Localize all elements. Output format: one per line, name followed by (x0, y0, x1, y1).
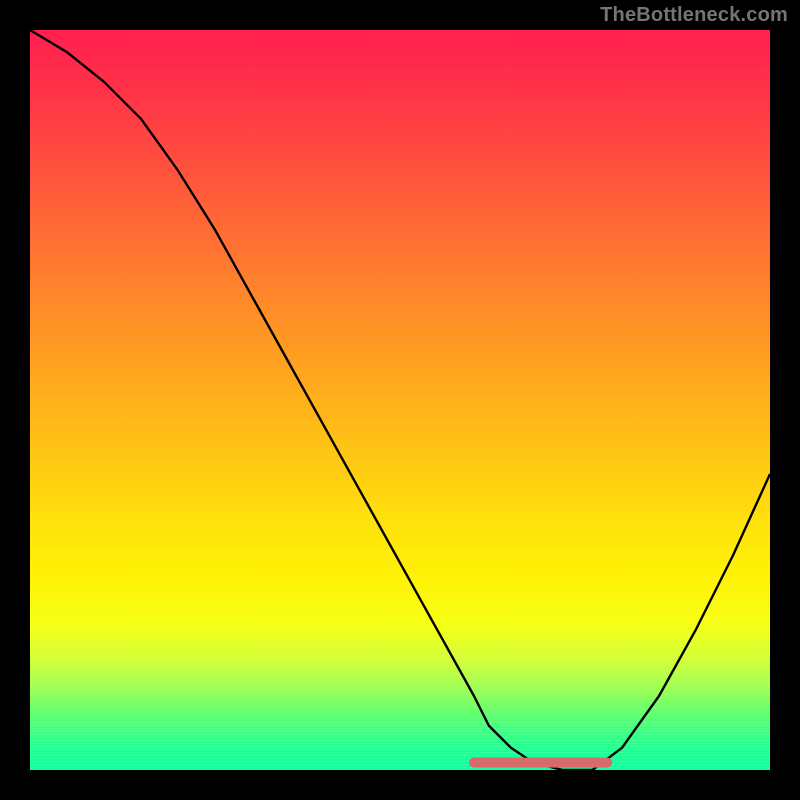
watermark-text: TheBottleneck.com (600, 4, 788, 27)
bottleneck-curve (30, 30, 770, 770)
plot-area (30, 30, 770, 770)
curve-svg (30, 30, 770, 770)
chart-frame: TheBottleneck.com (0, 0, 800, 800)
